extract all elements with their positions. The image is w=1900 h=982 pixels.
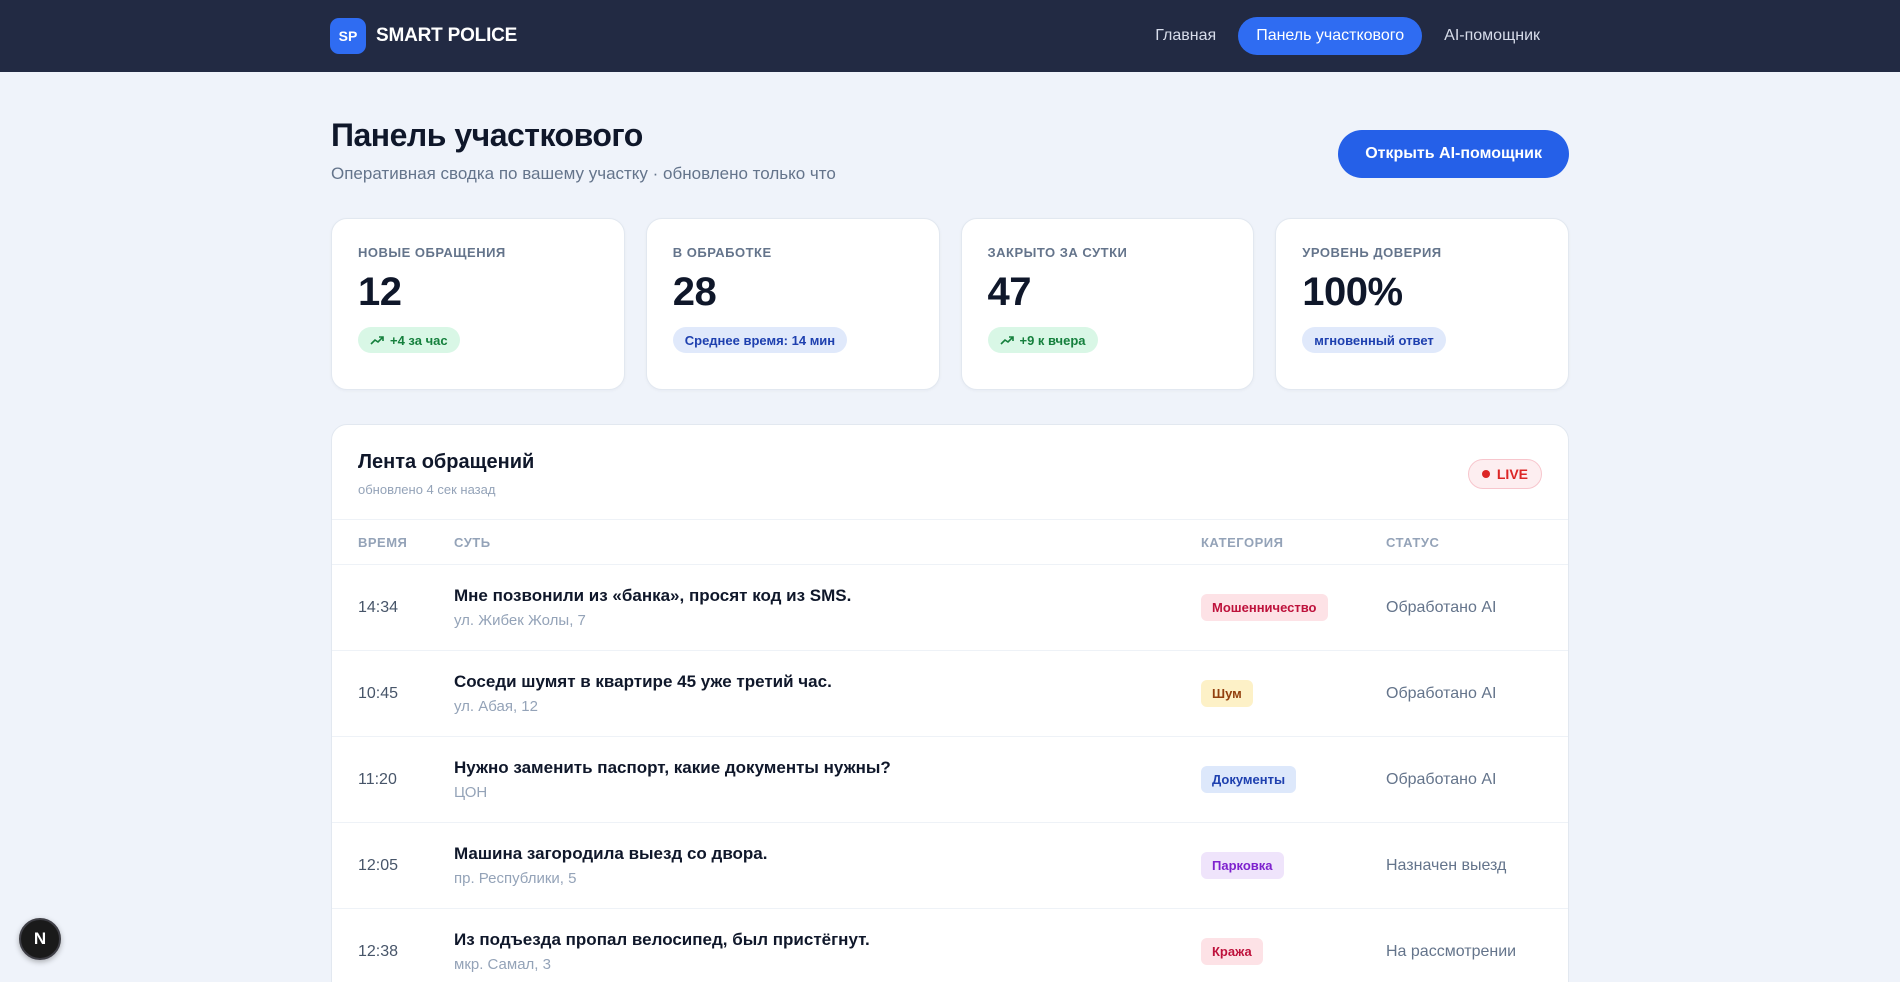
row-status: Обработано AI: [1386, 598, 1497, 616]
row-address: ул. Жибек Жолы, 7: [454, 612, 586, 629]
stat-trend-pill: +4 за час: [358, 327, 460, 353]
row-category-cell: Мошенничество: [1201, 594, 1386, 621]
feed-header: Лента обращений обновлено 4 сек назад LI…: [332, 425, 1568, 520]
row-text: Соседи шумят в квартире 45 уже третий ча…: [454, 672, 832, 691]
live-label: LIVE: [1496, 466, 1528, 482]
row-gist: Из подъезда пропал велосипед, был пристё…: [454, 930, 1201, 973]
stat-value: 28: [672, 270, 717, 314]
row-category-cell: Кража: [1201, 938, 1386, 965]
table-body: 14:34 Мне позвонили из «банка», просят к…: [332, 565, 1568, 982]
column-header-gist[interactable]: СУТЬ: [454, 535, 1201, 550]
row-category-cell: Документы: [1201, 766, 1386, 793]
stat-value: 47: [987, 270, 1032, 314]
requests-table: ВРЕМЯ СУТЬ КАТЕГОРИЯ СТАТУС 14:34 Мне по…: [332, 520, 1568, 982]
table-row[interactable]: 14:34 Мне позвонили из «банка», просят к…: [332, 565, 1568, 651]
category-tag: Парковка: [1201, 852, 1284, 879]
requests-feed: Лента обращений обновлено 4 сек назад LI…: [331, 424, 1569, 982]
row-address: мкр. Самал, 3: [454, 956, 551, 973]
trend-up-icon: [370, 336, 384, 345]
row-gist: Мне позвонили из «банка», просят код из …: [454, 586, 1201, 629]
open-ai-assistant-button[interactable]: Открыть AI-помощник: [1338, 130, 1569, 178]
stat-pill-text: Среднее время: 14 мин: [684, 332, 836, 348]
stat-card-trust-level: УРОВЕНЬ ДОВЕРИЯ 100% мгновенный ответ: [1275, 218, 1569, 390]
row-status: Назначен выезд: [1386, 856, 1507, 874]
column-header-status[interactable]: СТАТУС: [1386, 535, 1439, 550]
main-content: Панель участкового Оперативная сводка по…: [331, 117, 1569, 982]
main-nav: Главная Панель участкового AI-помощник: [1141, 17, 1554, 55]
stat-card-closed-today: ЗАКРЫТО ЗА СУТКИ 47 +9 к вчера: [960, 218, 1255, 390]
row-text: Нужно заменить паспорт, какие документы …: [454, 758, 891, 777]
row-gist: Нужно заменить паспорт, какие документы …: [454, 758, 1201, 801]
nav-item-home[interactable]: Главная: [1141, 17, 1230, 55]
column-header-category[interactable]: КАТЕГОРИЯ: [1201, 535, 1386, 550]
brand-name: SMART POLICE: [376, 25, 518, 46]
feed-heading-group: Лента обращений обновлено 4 сек назад: [358, 451, 534, 497]
nav-item-officer-panel[interactable]: Панель участкового: [1238, 17, 1423, 55]
table-row[interactable]: 12:38 Из подъезда пропал велосипед, был …: [332, 909, 1568, 982]
row-text: Мне позвонили из «банка», просят код из …: [454, 586, 852, 605]
stat-pill-text: +4 за час: [390, 332, 448, 348]
stats-row: НОВЫЕ ОБРАЩЕНИЯ 12 +4 за час В ОБРАБОТКЕ…: [331, 218, 1569, 390]
page-heading-group: Панель участкового Оперативная сводка по…: [331, 117, 836, 184]
stat-pill-text: мгновенный ответ: [1314, 332, 1434, 348]
stat-trend-pill: +9 к вчера: [987, 327, 1098, 353]
stat-info-pill: мгновенный ответ: [1302, 327, 1446, 353]
row-status: Обработано AI: [1386, 684, 1497, 702]
stat-info-pill: Среднее время: 14 мин: [672, 327, 848, 353]
stat-value: 12: [358, 270, 402, 314]
table-row[interactable]: 12:05 Машина загородила выезд со двора. …: [332, 823, 1568, 909]
row-gist: Машина загородила выезд со двора. пр. Ре…: [454, 844, 1201, 887]
dev-tools-badge[interactable]: N: [19, 918, 61, 960]
live-dot-icon: [1481, 470, 1490, 478]
row-text: Из подъезда пропал велосипед, был пристё…: [454, 930, 870, 949]
stat-card-new-requests: НОВЫЕ ОБРАЩЕНИЯ 12 +4 за час: [331, 218, 625, 390]
brand[interactable]: SP SMART POLICE: [330, 18, 517, 54]
feed-title: Лента обращений: [358, 451, 535, 473]
stat-label: В ОБРАБОТКЕ: [672, 245, 772, 260]
row-time: 14:34: [358, 598, 399, 616]
row-time: 12:05: [358, 856, 399, 874]
row-address: ЦОН: [454, 784, 488, 801]
nav-item-ai-assistant[interactable]: AI-помощник: [1430, 17, 1554, 55]
row-address: пр. Республики, 5: [454, 870, 577, 887]
table-row[interactable]: 11:20 Нужно заменить паспорт, какие доку…: [332, 737, 1568, 823]
category-tag: Кража: [1201, 938, 1263, 965]
page-header: Панель участкового Оперативная сводка по…: [331, 117, 1569, 184]
page-subtitle: Оперативная сводка по вашему участку · о…: [331, 163, 836, 183]
row-status: На рассмотрении: [1386, 942, 1517, 960]
category-tag: Документы: [1201, 766, 1297, 793]
stat-card-in-progress: В ОБРАБОТКЕ 28 Среднее время: 14 мин: [645, 218, 940, 390]
row-status: Обработано AI: [1386, 770, 1497, 788]
row-address: ул. Абая, 12: [454, 698, 538, 715]
top-navbar: SP SMART POLICE Главная Панель участково…: [0, 0, 1900, 72]
row-category-cell: Парковка: [1201, 852, 1386, 879]
column-header-time[interactable]: ВРЕМЯ: [358, 535, 454, 550]
stat-label: ЗАКРЫТО ЗА СУТКИ: [987, 245, 1128, 260]
category-tag: Шум: [1201, 680, 1253, 707]
page-title: Панель участкового: [331, 116, 643, 153]
table-header-row: ВРЕМЯ СУТЬ КАТЕГОРИЯ СТАТУС: [332, 520, 1568, 565]
stat-label: УРОВЕНЬ ДОВЕРИЯ: [1302, 245, 1442, 260]
category-tag: Мошенничество: [1201, 594, 1328, 621]
stat-pill-text: +9 к вчера: [1019, 332, 1086, 348]
row-time: 10:45: [358, 684, 399, 702]
stat-label: НОВЫЕ ОБРАЩЕНИЯ: [358, 245, 506, 260]
trend-up-icon: [999, 336, 1014, 345]
row-time: 12:38: [358, 942, 399, 960]
row-category-cell: Шум: [1201, 680, 1386, 707]
row-time: 11:20: [358, 770, 397, 788]
stat-value: 100%: [1302, 270, 1403, 314]
row-gist: Соседи шумят в квартире 45 уже третий ча…: [454, 672, 1201, 715]
row-text: Машина загородила выезд со двора.: [454, 844, 768, 863]
table-row[interactable]: 10:45 Соседи шумят в квартире 45 уже тре…: [332, 651, 1568, 737]
brand-logo-badge: SP: [330, 18, 366, 54]
live-badge: LIVE: [1467, 459, 1542, 489]
feed-updated-text: обновлено 4 сек назад: [358, 482, 496, 497]
